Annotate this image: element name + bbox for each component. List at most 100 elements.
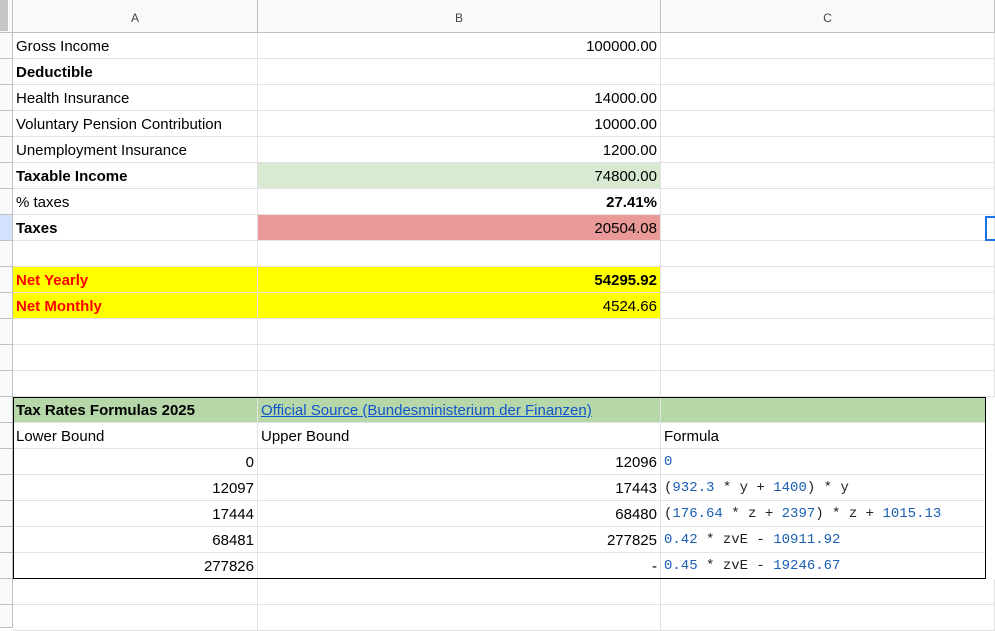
empty-cell[interactable] xyxy=(258,371,661,397)
formula-number: 0 xyxy=(664,454,673,470)
row-header[interactable] xyxy=(0,501,13,527)
health-insurance-value-cell[interactable]: 14000.00 xyxy=(258,85,661,111)
row-header[interactable] xyxy=(0,137,13,163)
unemployment-value-cell[interactable]: 1200.00 xyxy=(258,137,661,163)
row-header[interactable] xyxy=(0,267,13,293)
gross-income-value-cell[interactable]: 100000.00 xyxy=(258,33,661,59)
empty-cell[interactable] xyxy=(661,215,995,241)
empty-cell[interactable] xyxy=(661,345,995,371)
lower-bound-cell[interactable]: 277826 xyxy=(13,553,258,579)
taxable-income-label-cell[interactable]: Taxable Income xyxy=(13,163,258,189)
empty-cell[interactable] xyxy=(661,137,995,163)
row-header[interactable] xyxy=(0,85,13,111)
empty-cell[interactable] xyxy=(258,605,661,631)
row-header[interactable] xyxy=(0,423,13,449)
taxes-value-cell[interactable]: 20504.08 xyxy=(258,215,661,241)
row-header[interactable] xyxy=(0,293,13,319)
empty-cell[interactable] xyxy=(258,319,661,345)
formula-header-cell[interactable]: Formula xyxy=(661,423,986,449)
lower-bound-header-cell[interactable]: Lower Bound xyxy=(13,423,258,449)
row-header[interactable] xyxy=(0,241,13,267)
lower-bound-cell[interactable]: 68481 xyxy=(13,527,258,553)
row-header[interactable] xyxy=(0,579,13,605)
tax-percent-value-cell[interactable]: 27.41% xyxy=(258,189,661,215)
deductible-label-cell[interactable]: Deductible xyxy=(13,59,258,85)
formula-cell[interactable]: 0.42 * zvE - 10911.92 xyxy=(661,527,986,553)
row-header[interactable] xyxy=(0,553,13,579)
gross-income-label-cell[interactable]: Gross Income xyxy=(13,33,258,59)
upper-bound-header-cell[interactable]: Upper Bound xyxy=(258,423,661,449)
row-header[interactable] xyxy=(0,449,13,475)
row-header[interactable] xyxy=(0,397,13,423)
net-monthly-value-cell[interactable]: 4524.66 xyxy=(258,293,661,319)
empty-cell[interactable] xyxy=(661,605,995,631)
empty-cell[interactable] xyxy=(13,241,258,267)
empty-cell[interactable] xyxy=(661,59,995,85)
column-header-a[interactable]: A xyxy=(13,0,258,33)
row-header[interactable] xyxy=(0,527,13,553)
empty-cell[interactable] xyxy=(661,319,995,345)
row-header[interactable] xyxy=(0,163,13,189)
row-header[interactable] xyxy=(0,319,13,345)
upper-bound-cell[interactable]: 12096 xyxy=(258,449,661,475)
empty-cell[interactable] xyxy=(13,579,258,605)
formula-number: 1015.13 xyxy=(882,506,942,522)
select-all-corner[interactable] xyxy=(0,0,13,33)
formula-operator: * zvE - xyxy=(697,558,774,574)
empty-cell[interactable] xyxy=(258,579,661,605)
formula-cell[interactable]: (932.3 * y + 1400) * y xyxy=(661,475,986,501)
upper-bound-cell[interactable]: 68480 xyxy=(258,501,661,527)
upper-bound-cell[interactable]: 17443 xyxy=(258,475,661,501)
tax-table-title-cell[interactable]: Tax Rates Formulas 2025 xyxy=(13,397,258,423)
empty-cell[interactable] xyxy=(13,345,258,371)
empty-cell[interactable] xyxy=(661,111,995,137)
row-header[interactable] xyxy=(0,33,13,59)
empty-cell[interactable] xyxy=(661,33,995,59)
empty-cell[interactable] xyxy=(13,319,258,345)
pension-value-cell[interactable]: 10000.00 xyxy=(258,111,661,137)
empty-cell[interactable] xyxy=(661,85,995,111)
empty-cell[interactable] xyxy=(13,371,258,397)
lower-bound-cell[interactable]: 0 xyxy=(13,449,258,475)
column-header-b[interactable]: B xyxy=(258,0,661,33)
row-header[interactable] xyxy=(0,59,13,85)
net-monthly-label-cell[interactable]: Net Monthly xyxy=(13,293,258,319)
column-header-c[interactable]: C xyxy=(661,0,995,33)
empty-cell[interactable] xyxy=(661,241,995,267)
row-header-selected[interactable] xyxy=(0,215,13,241)
upper-bound-cell[interactable]: 277825 xyxy=(258,527,661,553)
unemployment-label-cell[interactable]: Unemployment Insurance xyxy=(13,137,258,163)
empty-cell[interactable] xyxy=(258,59,661,85)
upper-bound-cell[interactable]: - xyxy=(258,553,661,579)
official-source-cell[interactable]: Official Source (Bundesministerium der F… xyxy=(258,397,661,423)
empty-cell[interactable] xyxy=(258,345,661,371)
formula-cell[interactable]: 0.45 * zvE - 19246.67 xyxy=(661,553,986,579)
lower-bound-cell[interactable]: 17444 xyxy=(13,501,258,527)
tax-percent-label-cell[interactable]: % taxes xyxy=(13,189,258,215)
net-yearly-value-cell[interactable]: 54295.92 xyxy=(258,267,661,293)
formula-cell[interactable]: 0 xyxy=(661,449,986,475)
row-header[interactable] xyxy=(0,345,13,371)
official-source-link[interactable]: Official Source (Bundesministerium der F… xyxy=(261,402,592,419)
tax-table-header-empty-cell[interactable] xyxy=(661,397,986,423)
lower-bound-cell[interactable]: 12097 xyxy=(13,475,258,501)
empty-cell[interactable] xyxy=(258,241,661,267)
empty-cell[interactable] xyxy=(661,293,995,319)
taxes-label-cell[interactable]: Taxes xyxy=(13,215,258,241)
net-yearly-label-cell[interactable]: Net Yearly xyxy=(13,267,258,293)
pension-label-cell[interactable]: Voluntary Pension Contribution xyxy=(13,111,258,137)
empty-cell[interactable] xyxy=(661,267,995,293)
taxable-income-value-cell[interactable]: 74800.00 xyxy=(258,163,661,189)
empty-cell[interactable] xyxy=(661,579,995,605)
empty-cell[interactable] xyxy=(661,371,995,397)
empty-cell[interactable] xyxy=(661,189,995,215)
health-insurance-label-cell[interactable]: Health Insurance xyxy=(13,85,258,111)
row-header[interactable] xyxy=(0,111,13,137)
row-header[interactable] xyxy=(0,189,13,215)
row-header[interactable] xyxy=(0,371,13,397)
empty-cell[interactable] xyxy=(661,163,995,189)
row-header[interactable] xyxy=(0,475,13,501)
formula-cell[interactable]: (176.64 * z + 2397) * z + 1015.13 xyxy=(661,501,986,527)
empty-cell[interactable] xyxy=(13,605,258,631)
row-header[interactable] xyxy=(0,605,13,628)
